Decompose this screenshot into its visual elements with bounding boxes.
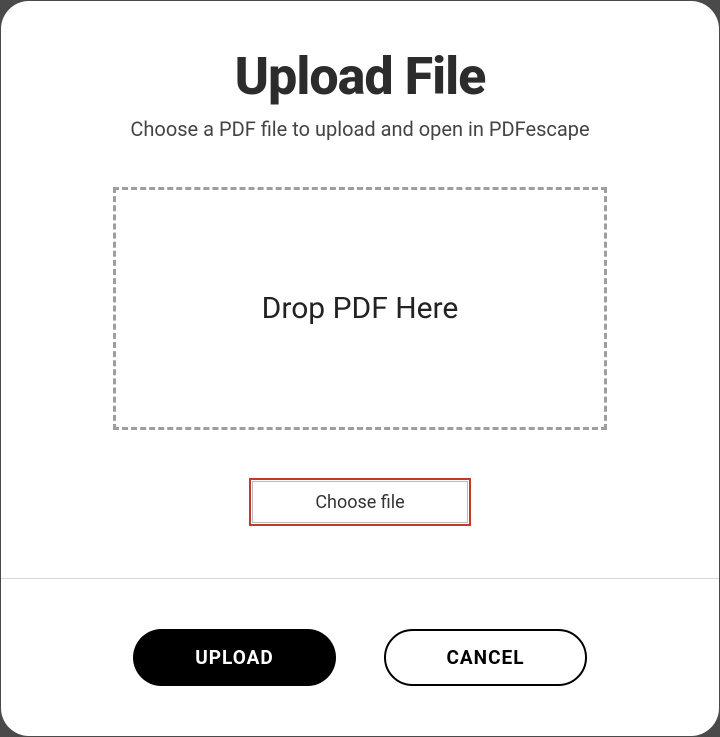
pdf-dropzone[interactable]: Drop PDF Here [113, 187, 607, 430]
upload-button[interactable]: UPLOAD [133, 629, 336, 686]
dropzone-text: Drop PDF Here [262, 291, 459, 326]
modal-footer: UPLOAD CANCEL [1, 579, 719, 736]
divider [1, 578, 719, 579]
choose-file-button[interactable]: Choose file [252, 481, 468, 523]
choose-file-highlight: Choose file [249, 478, 471, 526]
modal-title: Upload File [235, 46, 486, 107]
cancel-button[interactable]: CANCEL [384, 629, 587, 686]
modal-subtitle: Choose a PDF file to upload and open in … [130, 117, 589, 141]
modal-body: Upload File Choose a PDF file to upload … [1, 1, 719, 579]
upload-file-modal: Upload File Choose a PDF file to upload … [1, 1, 719, 736]
